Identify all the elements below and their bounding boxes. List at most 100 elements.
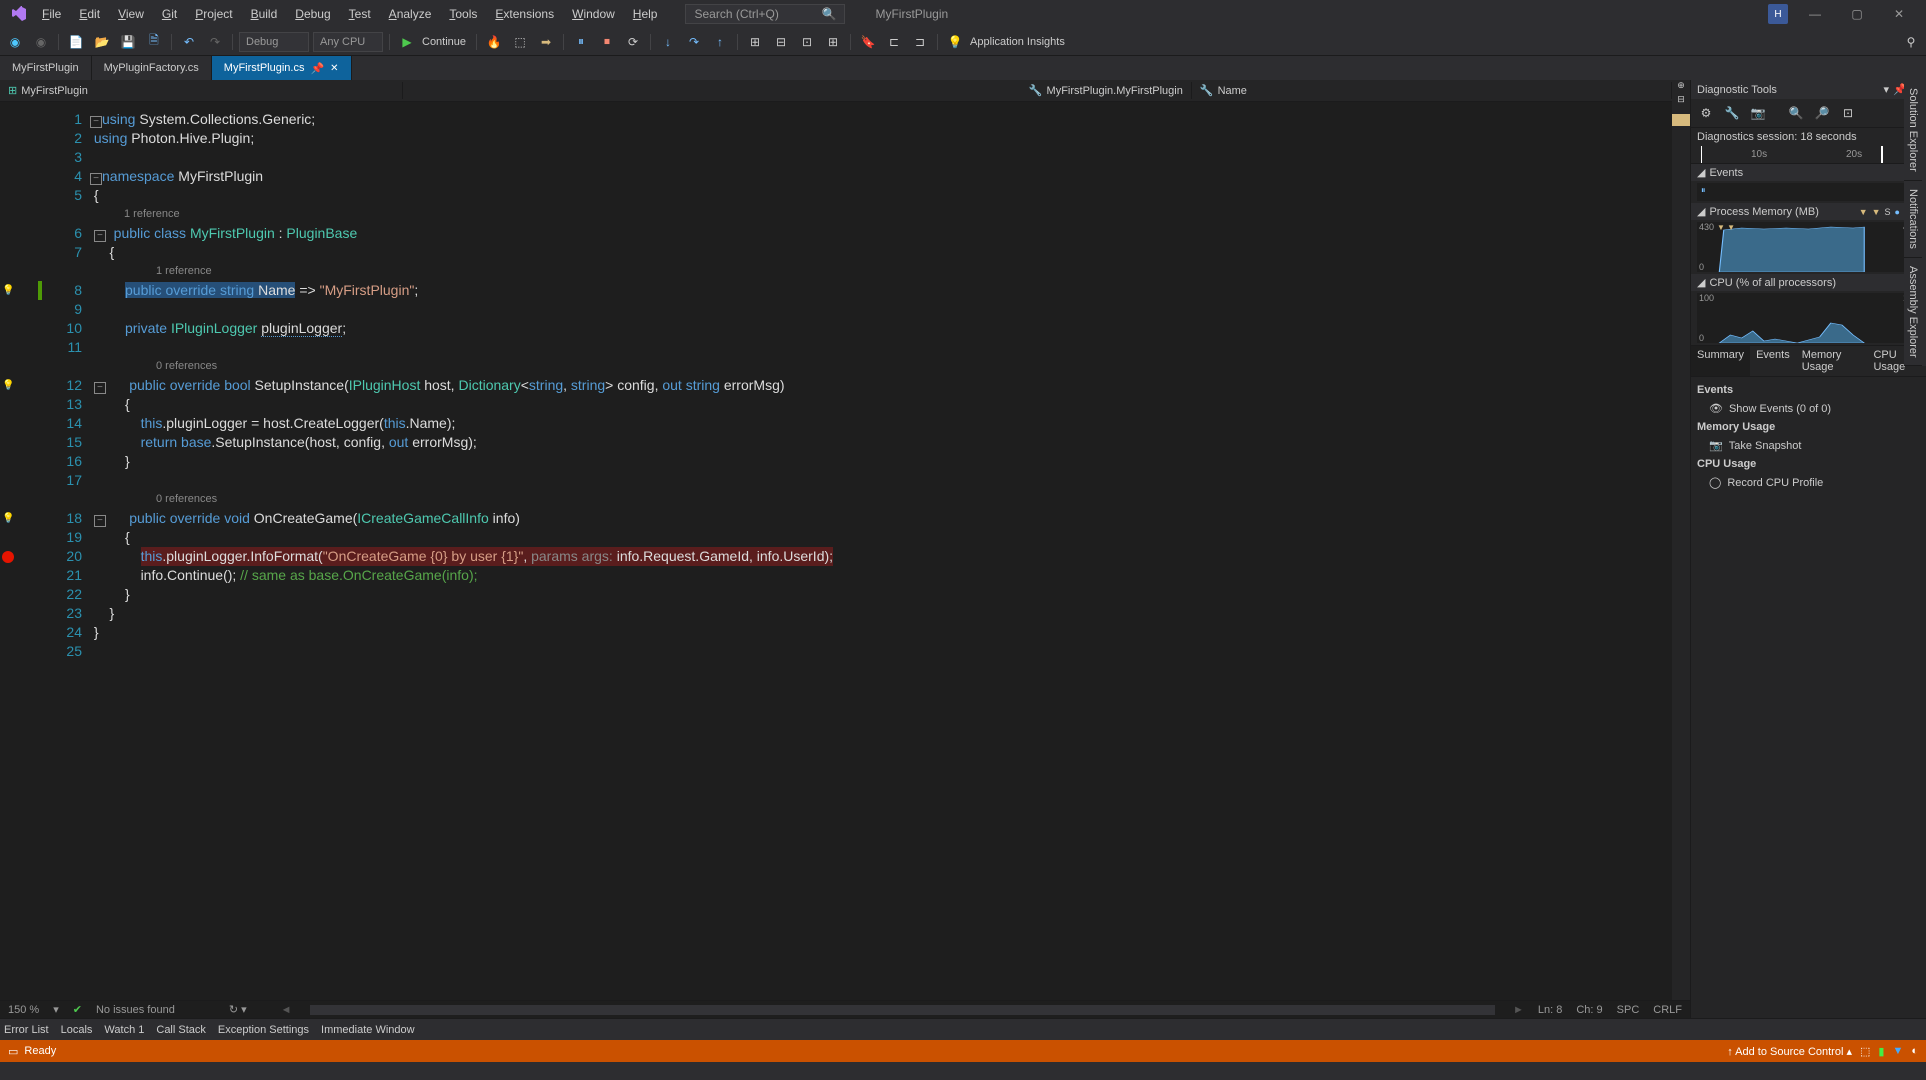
- nav-member[interactable]: 🔧 Name: [1192, 82, 1672, 99]
- menu-view[interactable]: View: [110, 3, 152, 25]
- open-button[interactable]: 📂: [91, 31, 113, 53]
- user-avatar[interactable]: H: [1768, 4, 1788, 24]
- bottom-tab-watch-1[interactable]: Watch 1: [104, 1024, 144, 1036]
- diag-tab-memory-usage[interactable]: Memory Usage: [1796, 346, 1868, 376]
- h-scrollbar[interactable]: [310, 1005, 1495, 1015]
- redo-button[interactable]: ↷: [204, 31, 226, 53]
- refresh-icon[interactable]: ↻ ▾: [229, 1003, 247, 1016]
- show-next-icon[interactable]: ➡: [535, 31, 557, 53]
- menu-analyze[interactable]: Analyze: [381, 3, 440, 25]
- source-control-button[interactable]: ↑ Add to Source Control ▴: [1727, 1045, 1852, 1058]
- zoom-level[interactable]: 150 %: [8, 1004, 39, 1016]
- config-combo[interactable]: Debug: [239, 32, 309, 52]
- issues-label[interactable]: No issues found: [96, 1004, 175, 1016]
- undo-button[interactable]: ↶: [178, 31, 200, 53]
- tool3-icon[interactable]: ⊡: [796, 31, 818, 53]
- status-icon4[interactable]: ◐: [1911, 1045, 1918, 1057]
- lineending-indicator[interactable]: CRLF: [1653, 1004, 1682, 1016]
- menu-file[interactable]: File: [34, 3, 69, 25]
- events-section[interactable]: ◢ Events: [1691, 164, 1926, 181]
- platform-combo[interactable]: Any CPU: [313, 32, 383, 52]
- step-over-icon[interactable]: ↷: [683, 31, 705, 53]
- split2-icon[interactable]: ⊟: [1672, 94, 1690, 108]
- menu-test[interactable]: Test: [341, 3, 379, 25]
- char-indicator[interactable]: Ch: 9: [1576, 1004, 1602, 1016]
- forward-button[interactable]: ◉: [30, 31, 52, 53]
- menu-git[interactable]: Git: [154, 3, 185, 25]
- diag-tab-events[interactable]: Events: [1750, 346, 1796, 376]
- zoom-in-icon[interactable]: 🔍: [1785, 102, 1807, 124]
- tool4-icon[interactable]: ⊞: [822, 31, 844, 53]
- minimize-button[interactable]: —: [1800, 3, 1830, 25]
- status-icon2[interactable]: ▮: [1878, 1045, 1884, 1058]
- line-indicator[interactable]: Ln: 8: [1538, 1004, 1562, 1016]
- snapshot-button[interactable]: 📷Take Snapshot: [1697, 436, 1920, 455]
- side-tab-notifications[interactable]: Notifications: [1904, 181, 1922, 258]
- tools-icon[interactable]: 🔧: [1721, 102, 1743, 124]
- tab-myfirstplugin-cs[interactable]: MyFirstPlugin.cs📌✕: [212, 56, 352, 80]
- menu-help[interactable]: Help: [625, 3, 666, 25]
- tool2-icon[interactable]: ⊟: [770, 31, 792, 53]
- indent-indicator[interactable]: SPC: [1617, 1004, 1640, 1016]
- close-button[interactable]: ✕: [1884, 3, 1914, 25]
- insights-label[interactable]: Application Insights: [970, 36, 1065, 48]
- menu-extensions[interactable]: Extensions: [487, 3, 562, 25]
- comment-icon[interactable]: ⊏: [883, 31, 905, 53]
- status-icon1[interactable]: ⬚: [1860, 1045, 1870, 1058]
- menu-build[interactable]: Build: [243, 3, 286, 25]
- uncomment-icon[interactable]: ⊐: [909, 31, 931, 53]
- side-tab-solution-explorer[interactable]: Solution Explorer: [1904, 80, 1922, 181]
- gear-icon[interactable]: ⚙: [1695, 102, 1717, 124]
- record-cpu-button[interactable]: ◯Record CPU Profile: [1697, 473, 1920, 492]
- stop-icon[interactable]: ⏹: [596, 31, 618, 53]
- split-icon[interactable]: ⊕: [1672, 80, 1690, 94]
- search-input[interactable]: Search (Ctrl+Q) 🔍: [685, 4, 845, 24]
- bottom-tab-exception-settings[interactable]: Exception Settings: [218, 1024, 309, 1036]
- snapshot-icon[interactable]: 📷: [1747, 102, 1769, 124]
- share-icon[interactable]: ⚲: [1900, 31, 1922, 53]
- lightbulb-icon[interactable]: 💡: [2, 281, 14, 300]
- restart-icon[interactable]: ⟳: [622, 31, 644, 53]
- new-button[interactable]: 📄: [65, 31, 87, 53]
- menu-edit[interactable]: Edit: [71, 3, 108, 25]
- save-all-button[interactable]: 🗎: [143, 31, 165, 53]
- pause-icon[interactable]: ⏸: [570, 31, 592, 53]
- continue-label[interactable]: Continue: [422, 36, 466, 48]
- step-icon[interactable]: ⬚: [509, 31, 531, 53]
- cpu-section[interactable]: ◢ CPU (% of all processors): [1691, 274, 1926, 291]
- back-button[interactable]: ◉: [4, 31, 26, 53]
- menu-tools[interactable]: Tools: [441, 3, 485, 25]
- tab-myfirstplugin[interactable]: MyFirstPlugin: [0, 56, 92, 80]
- insights-icon[interactable]: 💡: [944, 31, 966, 53]
- bottom-tab-locals[interactable]: Locals: [61, 1024, 93, 1036]
- hot-reload-icon[interactable]: 🔥: [483, 31, 505, 53]
- bottom-tab-call-stack[interactable]: Call Stack: [156, 1024, 206, 1036]
- bottom-tab-error-list[interactable]: Error List: [4, 1024, 49, 1036]
- lightbulb-icon[interactable]: 💡: [2, 376, 14, 395]
- tool-icon[interactable]: ⊞: [744, 31, 766, 53]
- memory-section[interactable]: ◢ Process Memory (MB) ▼▼S ●Pr...: [1691, 203, 1926, 220]
- close-icon[interactable]: ✕: [330, 63, 338, 74]
- timeline[interactable]: 10s 20s: [1691, 146, 1926, 164]
- menu-debug[interactable]: Debug: [287, 3, 338, 25]
- nav-project[interactable]: ⊞ MyFirstPlugin: [0, 82, 403, 99]
- side-tab-assembly-explorer[interactable]: Assembly Explorer: [1904, 258, 1922, 367]
- bookmark-icon[interactable]: 🔖: [857, 31, 879, 53]
- menu-project[interactable]: Project: [187, 3, 240, 25]
- bottom-tab-immediate-window[interactable]: Immediate Window: [321, 1024, 415, 1036]
- pin-icon[interactable]: 📌: [310, 62, 324, 75]
- code-editor[interactable]: 💡 💡 💡 1234567891011121314151617181920212…: [0, 108, 1690, 1000]
- dropdown-icon[interactable]: ▾: [1884, 83, 1890, 96]
- menu-window[interactable]: Window: [564, 3, 623, 25]
- nav-type[interactable]: 🔧 MyFirstPlugin.MyFirstPlugin: [403, 82, 1192, 99]
- show-events-button[interactable]: 👁Show Events (0 of 0): [1697, 399, 1920, 418]
- zoom-out-icon[interactable]: 🔎: [1811, 102, 1833, 124]
- continue-button[interactable]: ▶: [396, 31, 418, 53]
- lightbulb-icon[interactable]: 💡: [2, 509, 14, 528]
- diag-tab-summary[interactable]: Summary: [1691, 346, 1750, 376]
- breakpoint-icon[interactable]: [2, 551, 14, 563]
- maximize-button[interactable]: ▢: [1842, 3, 1872, 25]
- status-icon3[interactable]: ▼: [1892, 1045, 1903, 1057]
- step-out-icon[interactable]: ↑: [709, 31, 731, 53]
- save-button[interactable]: 💾: [117, 31, 139, 53]
